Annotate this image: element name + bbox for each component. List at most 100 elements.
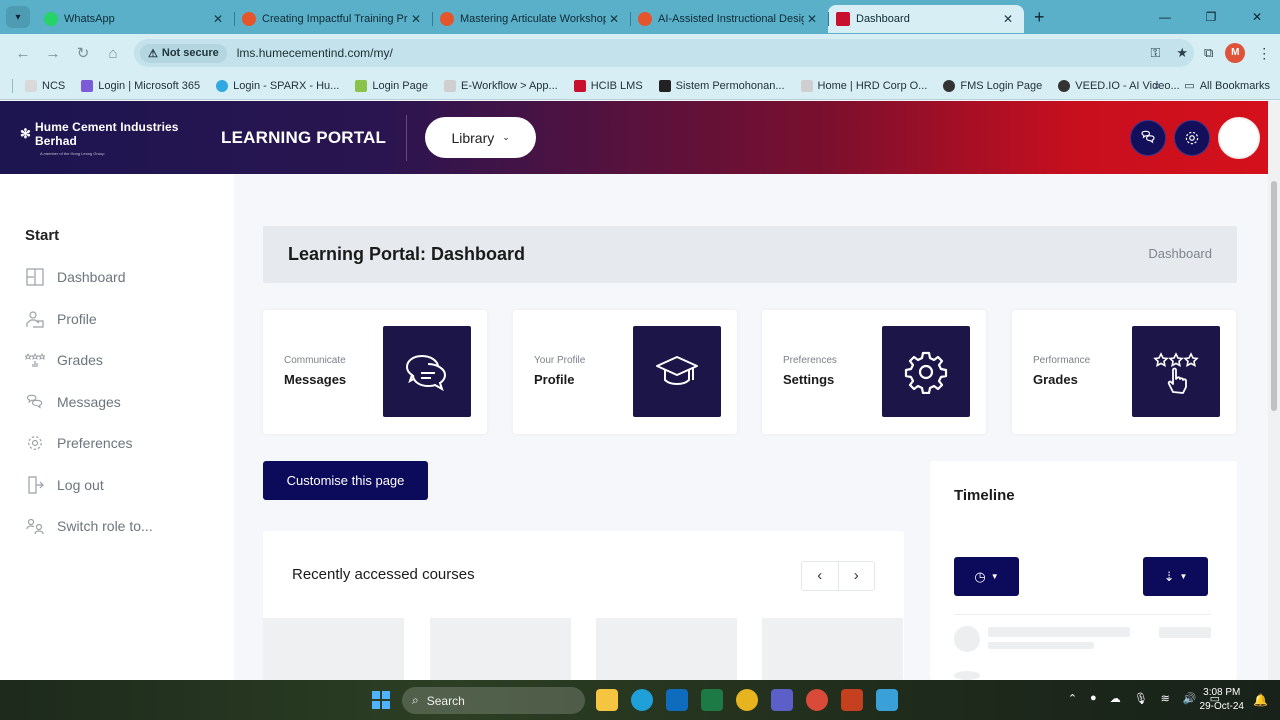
bookmark-item[interactable]: NCS: [25, 79, 65, 92]
bookmark-item[interactable]: FMS Login Page: [943, 79, 1042, 92]
address-bar[interactable]: ⚠ Not secure lms.humecementind.com/my/ ⚿ …: [134, 39, 1194, 67]
url-text[interactable]: lms.humecementind.com/my/: [237, 46, 393, 60]
chevron-right-icon[interactable]: ›: [837, 562, 875, 590]
messages-button[interactable]: [1130, 119, 1166, 156]
close-icon[interactable]: ✕: [606, 12, 622, 26]
tab-creating-impactful[interactable]: Creating Impactful Training Pro ✕: [234, 5, 432, 33]
course-placeholder: [596, 618, 737, 680]
bookmark-item[interactable]: Home | HRD Corp O...: [800, 79, 927, 92]
windows-start-icon[interactable]: [372, 691, 390, 709]
page-scrollbar[interactable]: [1268, 101, 1280, 680]
breadcrumb[interactable]: Dashboard: [1148, 246, 1212, 261]
sidebar-item-dashboard[interactable]: Dashboard: [24, 265, 126, 289]
chevron-left-icon[interactable]: ‹: [802, 562, 838, 590]
minimize-icon[interactable]: —: [1142, 0, 1188, 34]
speaker-icon[interactable]: 🔊: [1183, 692, 1197, 705]
forward-icon[interactable]: →: [38, 45, 68, 62]
chrome-icon[interactable]: [736, 689, 758, 711]
taskbar-search[interactable]: ⌕ Search: [402, 687, 585, 714]
tab-dashboard[interactable]: Dashboard ✕: [828, 5, 1024, 33]
company-logo[interactable]: ✻ Hume Cement Industries Berhad A member …: [20, 120, 210, 156]
notepad-icon[interactable]: [876, 689, 898, 711]
microphone-icon[interactable]: 🎙: [1134, 692, 1148, 705]
more-chevron-icon[interactable]: »: [1154, 80, 1160, 92]
bookmark-item[interactable]: E-Workflow > App...: [444, 79, 558, 92]
close-icon[interactable]: ✕: [408, 12, 424, 26]
tab-ai-assisted[interactable]: AI-Assisted Instructional Design ✕: [630, 5, 828, 33]
user-avatar[interactable]: [1218, 116, 1260, 159]
close-icon[interactable]: ✕: [210, 12, 226, 26]
chrome-profile-icon[interactable]: [806, 689, 828, 711]
excel-icon[interactable]: [701, 689, 723, 711]
system-clock[interactable]: 3:08 PM 29-Oct-24: [1200, 686, 1244, 714]
library-dropdown-button[interactable]: Library ⌄: [425, 117, 537, 158]
teams-tray-icon[interactable]: ●: [1090, 692, 1097, 705]
new-tab-button[interactable]: +: [1034, 7, 1045, 28]
main-content: Learning Portal: Dashboard Dashboard Com…: [234, 174, 1268, 680]
bookmark-label: Login Page: [372, 79, 428, 92]
home-icon[interactable]: ⌂: [98, 45, 128, 62]
bookmark-favicon-icon: [1058, 79, 1071, 92]
customise-page-button[interactable]: Customise this page: [263, 461, 428, 500]
tab-search-button[interactable]: ▾: [6, 6, 30, 28]
teams-icon[interactable]: [771, 689, 793, 711]
bookmark-star-icon[interactable]: ★: [1176, 45, 1188, 61]
password-key-icon[interactable]: ⚿: [1150, 45, 1160, 61]
bookmark-item[interactable]: Login | Microsoft 365: [81, 79, 201, 92]
skeleton-avatar: [954, 626, 980, 652]
sidebar-item-logout[interactable]: Log out: [24, 473, 104, 497]
bookmark-item[interactable]: Sistem Permohonan...: [658, 79, 785, 92]
card-grades[interactable]: Performance Grades: [1012, 310, 1236, 434]
close-icon[interactable]: ✕: [1000, 12, 1016, 26]
sidebar-item-messages[interactable]: Messages: [24, 390, 121, 414]
close-icon[interactable]: ✕: [804, 12, 820, 26]
scrollbar-thumb[interactable]: [1271, 181, 1277, 411]
bookmark-item[interactable]: Login Page: [355, 79, 428, 92]
card-messages[interactable]: Communicate Messages: [263, 310, 487, 434]
maximize-icon[interactable]: ❐: [1188, 0, 1234, 34]
system-tray: ⌃ ● ☁ 🎙 ≋ 🔊 ▭: [1068, 692, 1220, 705]
menu-dots-icon[interactable]: ⋮: [1257, 45, 1271, 62]
card-title: Profile: [534, 372, 575, 387]
taskbar-search-label: Search: [426, 693, 465, 708]
extensions-icon[interactable]: ⧉: [1204, 45, 1213, 61]
window-controls: — ❐ ✕: [1142, 0, 1280, 34]
bookmark-item[interactable]: HCIB LMS: [573, 79, 643, 92]
tray-chevron-up-icon[interactable]: ⌃: [1068, 692, 1077, 705]
powerpoint-icon[interactable]: [841, 689, 863, 711]
notification-bell-icon[interactable]: 🔔: [1253, 693, 1268, 707]
card-icon-box: [383, 326, 471, 417]
close-window-icon[interactable]: ✕: [1234, 0, 1280, 34]
sidebar-item-switch-role[interactable]: Switch role to...: [24, 514, 153, 538]
edge-icon[interactable]: [631, 689, 653, 711]
search-icon: ⌕: [412, 693, 419, 707]
security-chip[interactable]: ⚠ Not secure: [140, 43, 227, 63]
file-explorer-icon[interactable]: [596, 689, 618, 711]
profile-avatar[interactable]: M: [1225, 43, 1246, 63]
card-settings[interactable]: Preferences Settings: [762, 310, 986, 434]
card-profile[interactable]: Your Profile Profile: [513, 310, 737, 434]
back-icon[interactable]: ←: [8, 45, 38, 62]
tab-whatsapp[interactable]: WhatsApp ✕: [36, 5, 234, 33]
timeline-sort-button[interactable]: ⇣ ▼: [1143, 557, 1208, 596]
card-title: Messages: [284, 372, 347, 387]
bookmark-item[interactable]: Login - SPARX - Hu...: [216, 79, 339, 92]
sidebar-item-grades[interactable]: Grades: [24, 348, 103, 372]
tab-mastering-articulate[interactable]: Mastering Articulate Workshop ✕: [432, 5, 630, 33]
settings-button[interactable]: [1174, 119, 1210, 156]
timeline-filter-button[interactable]: ◷ ▼: [954, 557, 1019, 596]
sidebar-item-label: Messages: [57, 394, 121, 410]
skeleton-line: [988, 627, 1130, 637]
reload-icon[interactable]: ↻: [68, 44, 98, 62]
onedrive-icon[interactable]: ☁: [1110, 692, 1121, 705]
tab-title: Dashboard: [856, 13, 910, 25]
sidebar-item-profile[interactable]: Profile: [24, 307, 97, 331]
sidebar-item-label: Preferences: [57, 435, 133, 451]
gear-icon: [24, 432, 46, 454]
all-bookmarks[interactable]: » ▭ All Bookmarks: [1154, 79, 1270, 93]
bookmark-label: Login | Microsoft 365: [98, 79, 201, 92]
skeleton-line: [1159, 627, 1211, 638]
outlook-icon[interactable]: [666, 689, 688, 711]
wifi-icon[interactable]: ≋: [1161, 692, 1170, 705]
sidebar-item-preferences[interactable]: Preferences: [24, 431, 132, 455]
